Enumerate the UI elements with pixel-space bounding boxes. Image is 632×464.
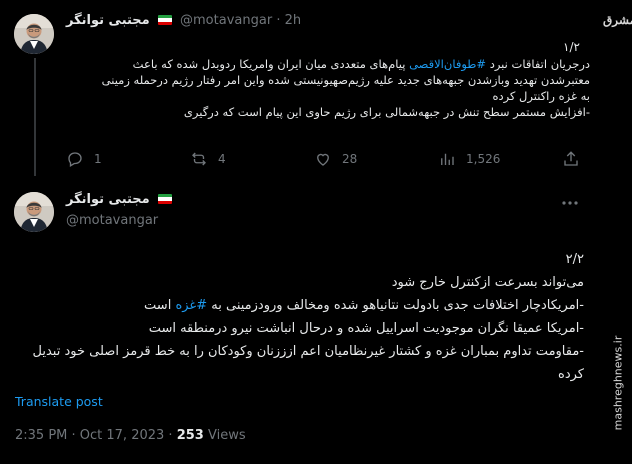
thread-connector xyxy=(34,58,36,176)
hashtag-link[interactable]: #طوفان‌الاقصی xyxy=(409,57,486,71)
display-name[interactable]: مجتبی توانگر xyxy=(66,192,150,207)
repost-icon xyxy=(192,152,206,166)
heart-icon xyxy=(317,153,329,166)
watermark-url-text: mashreghnews.ir xyxy=(611,335,625,431)
tweet-1-header: مجتبی توانگر @motavangar · 2h xyxy=(66,13,301,28)
text-segment: می‌تواند بسرعت ازکنترل خارج شود xyxy=(391,275,584,290)
like-count: 28 xyxy=(342,152,358,166)
tweet-line: -امریکا عمیقا نگران موجودیت اسراییل شده … xyxy=(12,317,584,340)
text-segment: کرده xyxy=(558,367,584,382)
text-segment: -افزایش مستمر سطح تنش در جبهه‌شمالی برای… xyxy=(183,105,590,119)
text-segment: است xyxy=(144,298,176,313)
repost-button[interactable]: 4 xyxy=(190,150,226,168)
handle[interactable]: @motavangar xyxy=(66,213,158,228)
views-label: Views xyxy=(207,428,246,443)
tweet-line: به غزه راکنترل کرده xyxy=(70,88,590,104)
separator: · xyxy=(168,428,173,443)
text-segment: معتبرشدن تهدید وبازشدن جبهه‌های جدید علی… xyxy=(101,73,590,87)
text-segment: به غزه راکنترل کرده xyxy=(492,89,590,103)
thread-count: ۱/۲ xyxy=(563,40,580,54)
like-button[interactable]: 28 xyxy=(314,150,357,168)
hashtag-link[interactable]: #غزه xyxy=(175,298,207,313)
tweet-line: می‌تواند بسرعت ازکنترل خارج شود xyxy=(12,271,584,294)
tweet-line: -مقاومت تداوم بمباران غزه و کشتار غیرنظا… xyxy=(12,340,584,363)
views-icon xyxy=(441,153,454,165)
share-icon xyxy=(564,151,578,166)
views-count: 1,526 xyxy=(466,152,501,166)
handle[interactable]: @motavangar xyxy=(180,13,272,28)
more-icon[interactable] xyxy=(560,193,580,213)
tweet-1-text: درجریان اتفاقات نبرد #طوفان‌الاقصی پیام‌… xyxy=(70,56,590,120)
tweet-line: کرده xyxy=(12,363,584,386)
views-count: 253 xyxy=(176,428,204,443)
avatar[interactable] xyxy=(14,14,54,54)
tweet-line: ۲/۲ xyxy=(12,248,584,271)
reply-button[interactable]: 1 xyxy=(66,150,102,168)
repost-count: 4 xyxy=(218,152,226,166)
text-segment: -امریکادچار اختلافات جدی بادولت نتانیاهو… xyxy=(207,298,584,313)
tweet-1[interactable]: مجتبی توانگر @motavangar · 2h ۱/۲ درجریا… xyxy=(0,0,600,180)
watermark-logo: مشرق xyxy=(603,13,632,27)
iran-flag-icon xyxy=(157,194,172,204)
tweet-line: درجریان اتفاقات نبرد #طوفان‌الاقصی پیام‌… xyxy=(70,56,590,72)
tweet-actions: 1 4 28 1,526 xyxy=(66,150,586,168)
text-segment: ۲/۲ xyxy=(565,252,584,267)
text-segment: درجریان اتفاقات نبرد xyxy=(486,57,590,71)
avatar[interactable] xyxy=(14,192,54,232)
separator: · xyxy=(276,13,281,28)
tweet-2-name: مجتبی توانگر xyxy=(66,192,176,207)
tweet-2-text: ۲/۲ می‌تواند بسرعت ازکنترل خارج شود -امر… xyxy=(12,248,584,386)
post-meta: 2:35 PM · Oct 17, 2023 · 253 Views xyxy=(15,428,246,443)
tweet-line: معتبرشدن تهدید وبازشدن جبهه‌های جدید علی… xyxy=(70,72,590,88)
post-time[interactable]: 2h xyxy=(285,13,302,28)
tweet-line: -افزایش مستمر سطح تنش در جبهه‌شمالی برای… xyxy=(70,104,590,120)
display-name[interactable]: مجتبی توانگر xyxy=(66,13,150,28)
reply-icon xyxy=(68,152,82,167)
watermark-url: mashreghnews.ir xyxy=(606,318,630,448)
iran-flag-icon xyxy=(157,15,172,25)
share-button[interactable] xyxy=(562,150,580,168)
reply-count: 1 xyxy=(94,152,102,166)
post-timestamp[interactable]: 2:35 PM · Oct 17, 2023 xyxy=(15,428,164,443)
views-button[interactable]: 1,526 xyxy=(438,150,500,168)
tweet-line: -امریکادچار اختلافات جدی بادولت نتانیاهو… xyxy=(12,294,584,317)
text-segment: -امریکا عمیقا نگران موجودیت اسراییل شده … xyxy=(148,321,584,336)
text-segment: پیام‌های متعددی میان ایران وامریکا ردوبد… xyxy=(132,57,410,71)
translate-post-link[interactable]: Translate post xyxy=(15,394,103,409)
text-segment: -مقاومت تداوم بمباران غزه و کشتار غیرنظا… xyxy=(32,344,584,359)
